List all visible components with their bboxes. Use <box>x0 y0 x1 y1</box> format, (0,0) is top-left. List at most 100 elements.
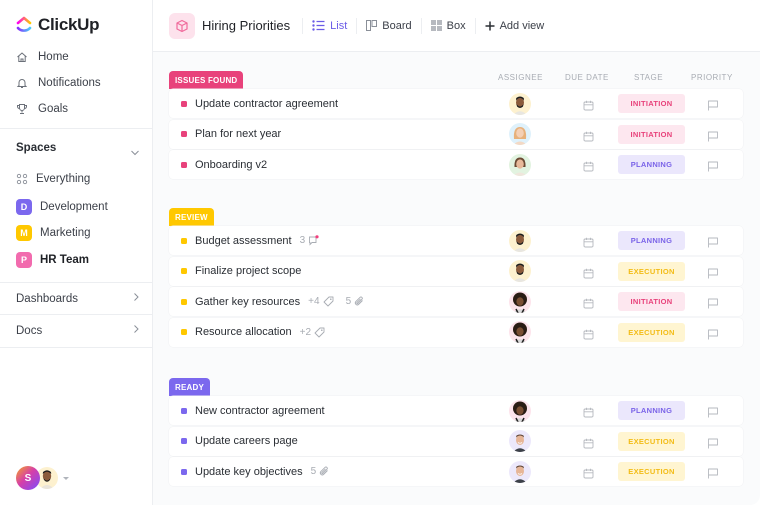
task-row[interactable]: Finalize project scope EXECUTION <box>169 256 743 286</box>
tab-board[interactable]: Board <box>366 20 412 32</box>
task-name[interactable]: Update key objectives <box>195 466 303 478</box>
task-name[interactable]: Update contractor agreement <box>195 98 338 110</box>
priority-flag-icon[interactable] <box>707 266 719 284</box>
clickup-logo[interactable]: ClickUp <box>16 15 100 35</box>
chevron-down-icon <box>63 476 69 480</box>
task-meta-tag[interactable]: +4 <box>308 296 334 307</box>
assignee-avatar[interactable] <box>509 153 531 176</box>
task-name[interactable]: Budget assessment <box>195 235 292 247</box>
task-row[interactable]: New contractor agreement PLANNING <box>169 396 743 425</box>
task-row[interactable]: Plan for next year INITIATION <box>169 119 743 149</box>
calendar-icon[interactable] <box>583 235 594 253</box>
priority-flag-icon[interactable] <box>707 98 719 116</box>
status-dot[interactable] <box>181 268 187 274</box>
user-menu[interactable]: S <box>16 466 69 490</box>
assignee-avatar[interactable] <box>509 92 531 115</box>
stage-badge[interactable]: EXECUTION <box>618 431 685 451</box>
priority-flag-icon[interactable] <box>707 159 719 177</box>
tab-box[interactable]: Box <box>430 20 466 32</box>
sidebar-item-dashboards[interactable]: Dashboards <box>16 292 140 305</box>
priority-flag-icon[interactable] <box>707 235 719 253</box>
stage-badge[interactable]: PLANNING <box>618 401 685 420</box>
status-dot[interactable] <box>181 131 187 137</box>
priority-flag-icon[interactable] <box>707 129 719 147</box>
status-dot[interactable] <box>181 237 187 244</box>
status-dot[interactable] <box>181 298 187 305</box>
tab-list[interactable]: List <box>312 20 347 32</box>
sidebar-item-marketing[interactable]: M Marketing <box>16 225 91 241</box>
group-status-label[interactable]: REVIEW <box>169 208 214 226</box>
nav-item-notifications[interactable]: Notifications <box>16 77 101 89</box>
task-row[interactable]: Gather key resources +4 5 INITIATION <box>169 287 743 316</box>
assignee-avatar[interactable] <box>509 460 531 483</box>
stage-badge[interactable]: INITIATION <box>618 94 685 113</box>
priority-flag-icon[interactable] <box>707 436 719 454</box>
calendar-icon[interactable] <box>583 327 594 345</box>
status-dot[interactable] <box>181 100 187 107</box>
task-meta-comment[interactable]: 3 <box>300 235 320 246</box>
task-name[interactable]: Gather key resources <box>195 296 300 308</box>
assignee-avatar[interactable] <box>509 399 531 422</box>
sidebar-item-everything[interactable]: Everything <box>16 173 90 185</box>
view-header: Hiring Priorities List Board Box Add vie… <box>153 0 760 52</box>
calendar-icon[interactable] <box>583 466 594 484</box>
calendar-icon[interactable] <box>583 129 594 147</box>
assignee-avatar[interactable] <box>509 430 531 452</box>
assignee-avatar[interactable] <box>509 123 531 145</box>
stage-badge[interactable]: PLANNING <box>618 231 685 250</box>
task-meta-tag[interactable]: +2 <box>300 327 325 338</box>
stage-badge[interactable]: PLANNING <box>618 155 685 174</box>
sidebar-item-development[interactable]: D Development <box>16 199 108 215</box>
nav-item-goals[interactable]: Goals <box>16 103 68 115</box>
assignee-avatar[interactable] <box>509 260 531 282</box>
stage-badge[interactable]: EXECUTION <box>618 322 685 342</box>
task-row[interactable]: Update key objectives 5 EXECUTION <box>169 457 743 486</box>
task-meta-attachment[interactable]: 5 <box>311 466 331 477</box>
priority-flag-icon[interactable] <box>707 327 719 345</box>
sidebar-item-hr-team[interactable]: P HR Team <box>16 252 89 268</box>
sidebar-item-docs[interactable]: Docs <box>16 324 140 337</box>
status-dot[interactable] <box>181 329 187 335</box>
status-dot[interactable] <box>181 407 187 414</box>
board-icon <box>366 20 378 31</box>
status-dot[interactable] <box>181 468 187 475</box>
stage-badge[interactable]: EXECUTION <box>618 462 685 481</box>
docs-label: Docs <box>16 324 43 337</box>
task-name[interactable]: New contractor agreement <box>195 405 325 417</box>
status-dot[interactable] <box>181 161 187 168</box>
priority-flag-icon[interactable] <box>707 466 719 484</box>
task-name[interactable]: Finalize project scope <box>195 265 301 277</box>
calendar-icon[interactable] <box>583 266 594 284</box>
task-name[interactable]: Update careers page <box>195 435 298 447</box>
task-name[interactable]: Onboarding v2 <box>195 159 267 171</box>
assignee-avatar[interactable] <box>509 321 531 343</box>
calendar-icon[interactable] <box>583 405 594 423</box>
task-row[interactable]: Resource allocation +2 EXECUTION <box>169 317 743 347</box>
task-name[interactable]: Resource allocation <box>195 326 292 338</box>
priority-flag-icon[interactable] <box>707 405 719 423</box>
add-view-button[interactable]: Add view <box>485 20 544 32</box>
task-row[interactable]: Onboarding v2 PLANNING <box>169 150 743 179</box>
stage-badge[interactable]: EXECUTION <box>618 261 685 281</box>
stage-badge[interactable]: INITIATION <box>618 292 685 311</box>
calendar-icon[interactable] <box>583 436 594 454</box>
calendar-icon[interactable] <box>583 296 594 314</box>
assignee-avatar[interactable] <box>509 229 531 252</box>
task-row[interactable]: Update contractor agreement INITIATION <box>169 89 743 118</box>
nav-item-home[interactable]: Home <box>16 51 69 63</box>
priority-flag-icon[interactable] <box>707 296 719 314</box>
assignee-avatar[interactable] <box>509 290 531 313</box>
calendar-icon[interactable] <box>583 159 594 177</box>
stage-badge[interactable]: INITIATION <box>618 124 685 144</box>
task-meta-attachment[interactable]: 5 <box>346 296 366 307</box>
task-name[interactable]: Plan for next year <box>195 128 281 140</box>
group-status-label[interactable]: READY <box>169 378 211 396</box>
task-row[interactable]: Update careers page EXECUTION <box>169 426 743 456</box>
calendar-icon[interactable] <box>583 98 594 116</box>
group-status-label[interactable]: ISSUES FOUND <box>169 71 244 89</box>
header-divider <box>420 17 422 34</box>
spaces-collapse-chevron-icon[interactable] <box>130 144 140 162</box>
task-row[interactable]: Budget assessment 3 PLANNING <box>169 226 743 255</box>
cube-icon <box>176 19 188 32</box>
status-dot[interactable] <box>181 438 187 444</box>
